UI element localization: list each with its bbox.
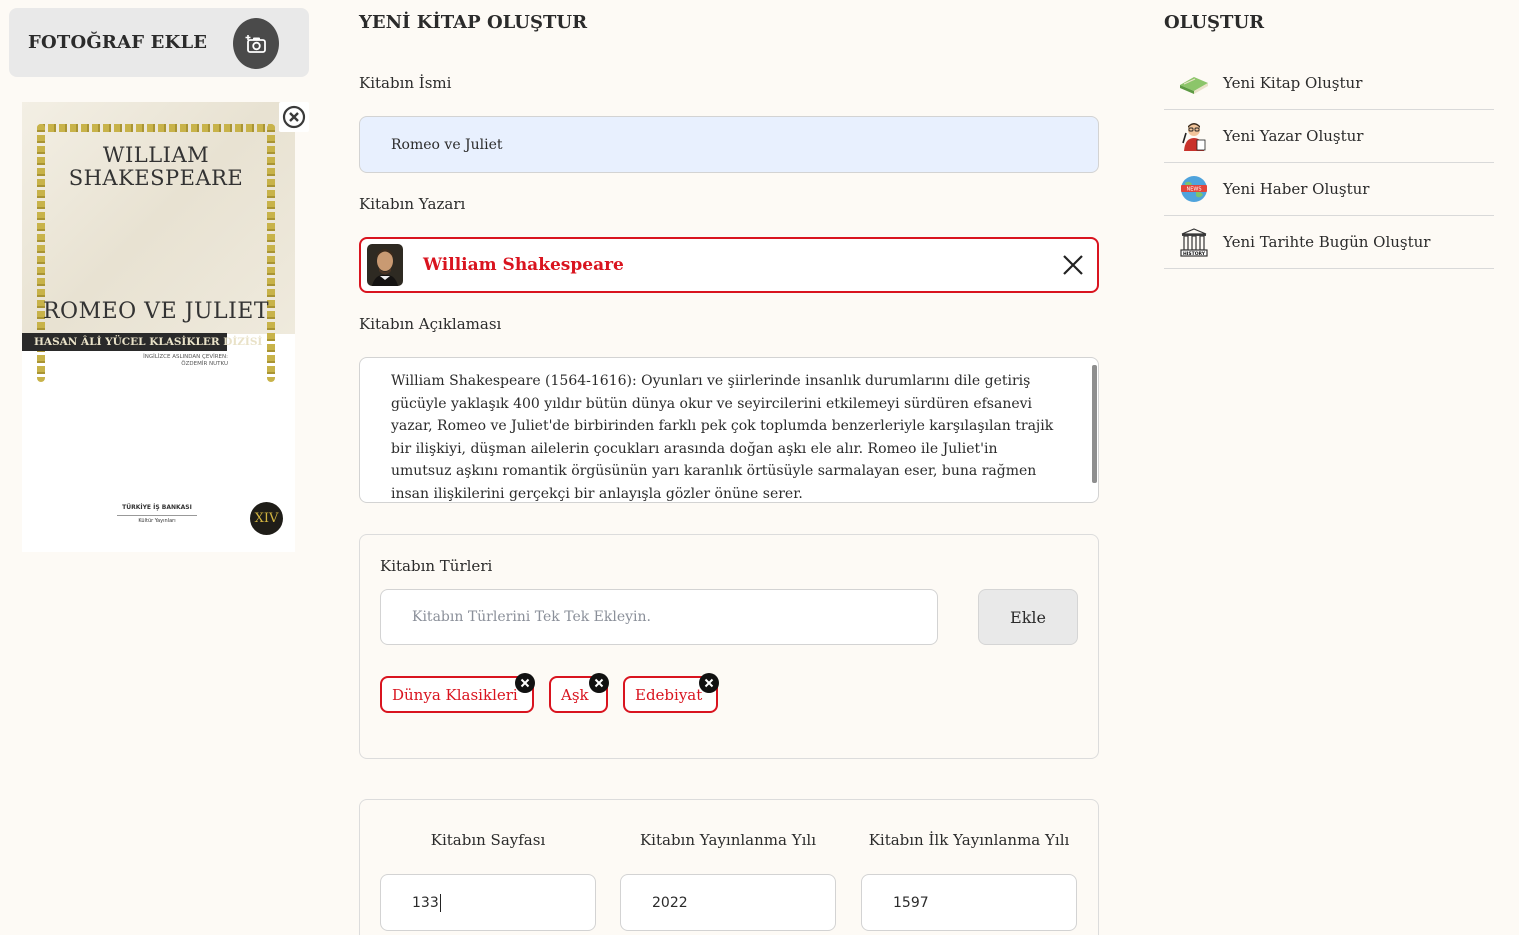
- book-description-textarea[interactable]: William Shakespeare (1564-1616): Oyunlar…: [359, 357, 1099, 503]
- svg-text:HISTORY: HISTORY: [1183, 251, 1206, 257]
- remove-genre-icon[interactable]: [699, 673, 719, 693]
- book-cover-image: WILLIAM SHAKESPEARE ROMEO VE JULIET HASA…: [22, 102, 295, 552]
- page-title: YENİ KİTAP OLUŞTUR: [359, 12, 588, 33]
- book-author-label: Kitabın Yazarı: [359, 195, 466, 213]
- genres-label: Kitabın Türleri: [380, 557, 493, 575]
- sidebar-item-new-author[interactable]: Yeni Yazar Oluştur: [1164, 110, 1494, 163]
- cover-series-banner: HASAN ÂLİ YÜCEL KLASİKLER DİZİSİ: [22, 333, 262, 351]
- first-publish-year-input[interactable]: 1597: [861, 874, 1077, 931]
- first-publish-year-label: Kitabın İlk Yayınlanma Yılı: [868, 831, 1070, 849]
- close-circle-icon: [282, 105, 306, 129]
- writer-icon: [1178, 120, 1210, 152]
- remove-genre-icon[interactable]: [515, 673, 535, 693]
- remove-genre-icon[interactable]: [589, 673, 609, 693]
- page-count-label: Kitabın Sayfası: [430, 831, 546, 849]
- history-icon: HISTORY: [1178, 226, 1210, 258]
- clear-author-icon[interactable]: [1061, 253, 1085, 277]
- add-photo-label: FOTOĞRAF EKLE: [28, 32, 208, 53]
- text-cursor: [439, 893, 441, 912]
- cover-edition-badge: XIV: [250, 502, 283, 535]
- sidebar-title: OLUŞTUR: [1164, 12, 1265, 33]
- description-scrollbar[interactable]: [1092, 365, 1097, 483]
- book-icon: [1178, 67, 1210, 99]
- genre-input[interactable]: Kitabın Türlerini Tek Tek Ekleyin.: [380, 589, 938, 645]
- cover-title: ROMEO VE JULIET: [42, 299, 270, 324]
- book-name-input[interactable]: Romeo ve Juliet: [359, 116, 1099, 173]
- remove-cover-button[interactable]: [279, 102, 309, 132]
- genre-input-placeholder: Kitabın Türlerini Tek Tek Ekleyin.: [412, 609, 651, 625]
- page-count-input[interactable]: 133: [380, 874, 596, 931]
- laurel-border: [37, 124, 275, 132]
- author-selected-name: William Shakespeare: [423, 255, 624, 275]
- cover-translator: İNGİLİZCE ASLINDAN ÇEVİREN: ÖZDEMİR NUTK…: [143, 354, 228, 367]
- sidebar-item-new-book[interactable]: Yeni Kitap Oluştur: [1164, 57, 1494, 110]
- cover-author: WILLIAM SHAKESPEARE: [68, 143, 244, 190]
- news-globe-icon: NEWS: [1178, 173, 1210, 205]
- book-name-label: Kitabın İsmi: [359, 74, 452, 92]
- book-description-label: Kitabın Açıklaması: [359, 315, 502, 333]
- add-photo-camera-icon[interactable]: [233, 18, 279, 69]
- add-photo-button[interactable]: FOTOĞRAF EKLE: [9, 8, 309, 77]
- sidebar-item-new-news[interactable]: NEWS Yeni Haber Oluştur: [1164, 163, 1494, 216]
- book-name-value: Romeo ve Juliet: [391, 136, 503, 153]
- genre-chip[interactable]: Dünya Klasikleri: [380, 676, 534, 713]
- cover-publisher-logo: TÜRKİYE İŞ BANKASI Kültür Yayınları: [117, 504, 197, 524]
- svg-text:NEWS: NEWS: [1186, 187, 1201, 193]
- add-genre-button[interactable]: Ekle: [978, 589, 1078, 645]
- author-avatar: [367, 244, 403, 286]
- sidebar-item-new-history[interactable]: HISTORY Yeni Tarihte Bugün Oluştur: [1164, 216, 1494, 269]
- publish-year-input[interactable]: 2022: [620, 874, 836, 931]
- publish-year-label: Kitabın Yayınlanma Yılı: [639, 831, 817, 849]
- author-select[interactable]: William Shakespeare: [359, 237, 1099, 293]
